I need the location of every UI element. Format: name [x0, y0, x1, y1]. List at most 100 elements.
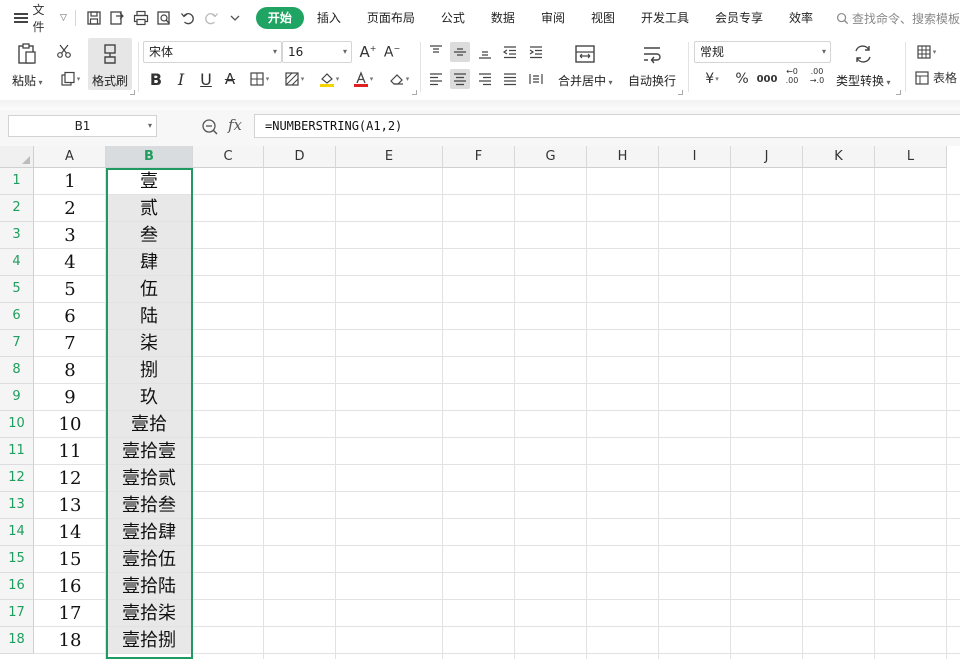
column-header-h[interactable]: H: [587, 146, 659, 168]
percent-format-button[interactable]: %: [732, 69, 752, 89]
align-right-button[interactable]: [475, 69, 495, 89]
cell-b16[interactable]: 壹拾陆: [106, 573, 192, 599]
cells-area[interactable]: 1 壹 2 贰 3 叁 4 肆 5 伍 6 陆 7 柒 8 捌 9 玖 10 壹拾 11 壹拾壹 12 壹拾贰 13 壹拾叁 14 壹…: [34, 168, 960, 659]
cell-b13[interactable]: 壹拾叁: [106, 492, 192, 518]
row-header-9[interactable]: 9: [0, 384, 34, 411]
increase-indent-button[interactable]: [526, 42, 546, 62]
column-header-c[interactable]: C: [193, 146, 264, 168]
row-header-17[interactable]: 17: [0, 600, 34, 627]
cell-b1[interactable]: 壹: [106, 168, 192, 194]
cell-a11[interactable]: 11: [34, 438, 106, 465]
cell-b17[interactable]: 壹拾柒: [106, 600, 192, 626]
cell-b2[interactable]: 贰: [106, 195, 192, 221]
cell-a5[interactable]: 5: [34, 276, 106, 303]
cell-b8[interactable]: 捌: [106, 357, 192, 383]
cell-b10[interactable]: 壹拾: [106, 411, 192, 437]
cell-b4[interactable]: 肆: [106, 249, 192, 275]
justify-button[interactable]: [500, 69, 520, 89]
save-button[interactable]: [84, 7, 104, 29]
insert-function-button[interactable]: fx: [228, 116, 242, 134]
row-header-6[interactable]: 6: [0, 303, 34, 330]
alignment-group-launcher[interactable]: [678, 90, 683, 95]
currency-format-button[interactable]: ¥ ▾: [698, 69, 726, 89]
format-painter-button[interactable]: 格式刷: [88, 38, 132, 90]
cell-a13[interactable]: 13: [34, 492, 106, 519]
row-header-3[interactable]: 3: [0, 222, 34, 249]
row-header-12[interactable]: 12: [0, 465, 34, 492]
redo-button[interactable]: [201, 7, 221, 29]
fill-color-button[interactable]: ▾: [314, 69, 344, 89]
table-format-button[interactable]: ▾: [912, 42, 940, 62]
row-header-8[interactable]: 8: [0, 357, 34, 384]
align-center-button[interactable]: [450, 69, 470, 89]
align-left-button[interactable]: [426, 69, 446, 89]
cell-a16[interactable]: 16: [34, 573, 106, 600]
number-group-launcher[interactable]: [896, 90, 901, 95]
font-color-button[interactable]: ▾: [348, 69, 378, 89]
strikethrough-button[interactable]: A: [220, 69, 240, 89]
cell-a6[interactable]: 6: [34, 303, 106, 330]
column-header-j[interactable]: J: [731, 146, 803, 168]
tab-home[interactable]: 开始: [255, 7, 304, 29]
tab-review[interactable]: 审阅: [528, 7, 578, 29]
column-header-b[interactable]: B: [106, 146, 193, 168]
clear-format-button[interactable]: ▾: [384, 69, 414, 89]
tab-developer[interactable]: 开发工具: [628, 7, 702, 29]
cell-a18[interactable]: 18: [34, 627, 106, 654]
tab-member[interactable]: 会员专享: [702, 7, 776, 29]
column-header-k[interactable]: K: [803, 146, 875, 168]
row-header-16[interactable]: 16: [0, 573, 34, 600]
row-header-14[interactable]: 14: [0, 519, 34, 546]
tab-insert[interactable]: 插入: [304, 7, 354, 29]
cell-a9[interactable]: 9: [34, 384, 106, 411]
cell-a10[interactable]: 10: [34, 411, 106, 438]
column-header-f[interactable]: F: [443, 146, 515, 168]
column-header-e[interactable]: E: [336, 146, 443, 168]
font-size-select[interactable]: 16 ▾: [282, 41, 352, 63]
cell-a1[interactable]: 1: [34, 168, 106, 195]
number-format-select[interactable]: 常规 ▾: [694, 41, 831, 63]
name-box[interactable]: B1 ▾: [8, 115, 157, 137]
cell-a3[interactable]: 3: [34, 222, 106, 249]
borders-button[interactable]: ▾: [245, 69, 273, 89]
copy-button[interactable]: ▾: [56, 69, 84, 89]
tab-formulas[interactable]: 公式: [428, 7, 478, 29]
select-all-button[interactable]: [0, 146, 34, 168]
column-header-i[interactable]: I: [659, 146, 731, 168]
align-bottom-button[interactable]: [475, 42, 495, 62]
align-top-button[interactable]: [426, 42, 446, 62]
increase-decimal-button[interactable]: ←0 .00: [781, 66, 803, 86]
row-header-11[interactable]: 11: [0, 438, 34, 465]
decrease-indent-button[interactable]: [500, 42, 520, 62]
row-header-7[interactable]: 7: [0, 330, 34, 357]
clipboard-group-launcher[interactable]: [130, 90, 135, 95]
tab-page-layout[interactable]: 页面布局: [354, 7, 428, 29]
cell-b9[interactable]: 玖: [106, 384, 192, 410]
print-preview-button[interactable]: [154, 7, 174, 29]
quick-access-more-button[interactable]: [224, 7, 244, 29]
file-menu[interactable]: 文件 ▽: [14, 3, 67, 34]
decrease-decimal-button[interactable]: .00 →.0: [806, 66, 828, 86]
wrap-text-button[interactable]: 自动换行: [628, 42, 676, 89]
tab-data[interactable]: 数据: [478, 7, 528, 29]
decrease-font-button[interactable]: A−: [382, 42, 402, 62]
cell-a15[interactable]: 15: [34, 546, 106, 573]
cell-a14[interactable]: 14: [34, 519, 106, 546]
bold-button[interactable]: B: [146, 69, 166, 89]
cell-b5[interactable]: 伍: [106, 276, 192, 302]
print-button[interactable]: [131, 7, 151, 29]
merge-center-button[interactable]: 合并居中 ▾: [558, 42, 613, 89]
column-header-a[interactable]: A: [34, 146, 106, 168]
undo-button[interactable]: [178, 7, 198, 29]
italic-button[interactable]: I: [171, 69, 191, 89]
increase-font-button[interactable]: A+: [358, 42, 378, 62]
row-header-15[interactable]: 15: [0, 546, 34, 573]
font-name-select[interactable]: 宋体 ▾: [143, 41, 282, 63]
command-search[interactable]: 查找命令、搜索模板: [836, 10, 960, 27]
cell-b7[interactable]: 柒: [106, 330, 192, 356]
export-pdf-button[interactable]: [107, 7, 127, 29]
row-header-18[interactable]: 18: [0, 627, 34, 654]
cell-a2[interactable]: 2: [34, 195, 106, 222]
row-header-1[interactable]: 1: [0, 168, 34, 195]
zoom-icon[interactable]: [201, 118, 219, 136]
